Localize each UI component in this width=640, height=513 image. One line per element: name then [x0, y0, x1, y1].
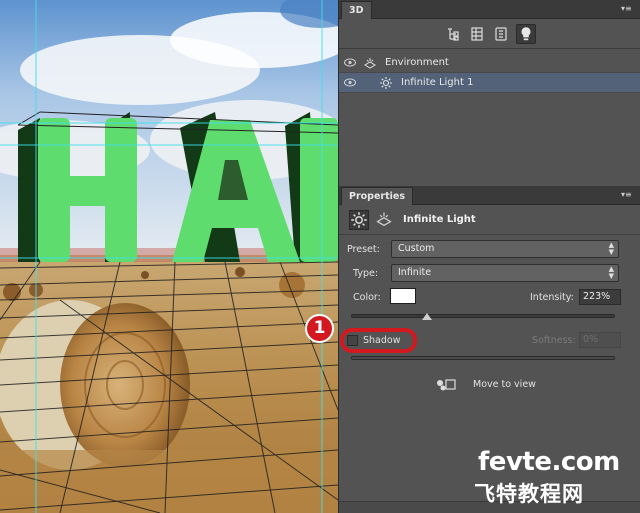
intensity-input[interactable]: 223% — [579, 289, 621, 305]
watermark-line2: 飞特教程网 — [474, 482, 584, 506]
tab-properties[interactable]: Properties — [341, 187, 413, 205]
environment-icon — [364, 58, 376, 69]
select-arrows-icon: ▲ ▼ — [608, 241, 614, 256]
preset-label: Preset: — [347, 244, 380, 255]
intensity-slider-thumb[interactable] — [422, 313, 432, 320]
scene-image — [0, 0, 338, 513]
layer-row-environment[interactable]: Environment — [339, 53, 640, 73]
right-panel-dock: 3D ▾≡ Environment Infinite Light 1 Prope… — [338, 0, 640, 513]
properties-title: Infinite Light — [403, 214, 476, 225]
infinite-light-icon — [380, 77, 392, 89]
type-select[interactable]: Infinite ▲ ▼ — [391, 264, 619, 282]
coordinates-button[interactable] — [375, 210, 395, 230]
softness-input[interactable]: 0% — [579, 332, 621, 348]
watermark-line1: fevte.com — [478, 447, 620, 477]
properties-header: Infinite Light — [339, 205, 640, 235]
light-color-swatch[interactable] — [390, 288, 416, 304]
material-filter-icon[interactable] — [493, 26, 509, 42]
panel-menu-icon[interactable]: ▾≡ — [621, 4, 635, 14]
shadow-highlight-ring — [340, 328, 417, 353]
select-arrows-icon: ▲ ▼ — [608, 265, 614, 280]
layer-row-infinite-light[interactable]: Infinite Light 1 — [339, 73, 640, 93]
light-properties-button[interactable] — [349, 210, 369, 230]
preset-value: Custom — [398, 243, 435, 254]
type-value: Infinite — [398, 267, 432, 278]
move-to-view-button[interactable]: Move to view — [473, 379, 536, 390]
document-canvas[interactable] — [0, 0, 338, 513]
panel-3d-filter-toolbar — [339, 19, 640, 49]
softness-label: Softness: — [532, 335, 576, 346]
eye-icon[interactable] — [344, 58, 356, 67]
watermark: fevte.com 飞特教程网 — [470, 447, 635, 507]
color-label: Color: — [353, 292, 381, 303]
light-bulb-icon — [521, 27, 531, 41]
mesh-filter-icon[interactable] — [469, 26, 485, 42]
softness-slider-track[interactable] — [351, 356, 615, 360]
preset-select[interactable]: Custom ▲ ▼ — [391, 240, 619, 258]
panel-3d-tabbar: 3D ▾≡ — [339, 0, 640, 19]
environment-coordinates-icon — [376, 212, 392, 227]
scene-filter-icon[interactable] — [445, 26, 461, 42]
sun-icon — [351, 212, 367, 228]
panel-menu-icon[interactable]: ▾≡ — [621, 190, 635, 200]
type-label: Type: — [353, 268, 379, 279]
eye-icon[interactable] — [344, 78, 356, 87]
move-to-view-icon[interactable] — [435, 377, 457, 393]
properties-tabbar: Properties ▾≡ — [339, 186, 640, 205]
light-filter-button[interactable] — [516, 24, 536, 44]
tab-3d[interactable]: 3D — [341, 1, 372, 19]
intensity-slider-track[interactable] — [351, 314, 615, 318]
step-number-badge: 1 — [305, 314, 334, 343]
layer-label: Environment — [385, 57, 449, 68]
layer-label: Infinite Light 1 — [401, 77, 474, 88]
intensity-label: Intensity: — [530, 292, 574, 303]
